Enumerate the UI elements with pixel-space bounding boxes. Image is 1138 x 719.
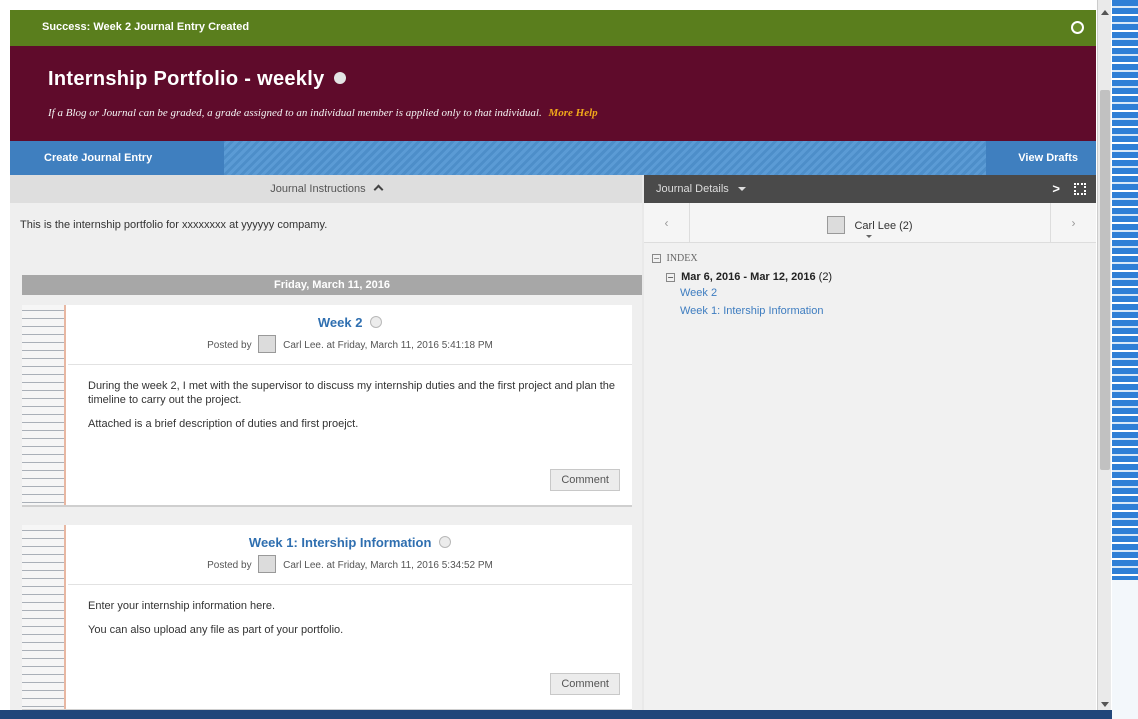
entry-paragraph: Enter your internship information here. bbox=[88, 600, 276, 612]
journal-entry: Week 2 Posted by Carl Lee. at Friday, Ma… bbox=[22, 305, 632, 507]
journal-instructions-toggle[interactable]: Journal Instructions bbox=[10, 175, 642, 203]
entry-title-row: Week 1: Intership Information bbox=[68, 535, 632, 550]
chevron-right-icon[interactable]: > bbox=[1052, 175, 1060, 203]
close-icon[interactable] bbox=[1071, 21, 1084, 34]
entry-title-link[interactable]: Week 1: Intership Information bbox=[249, 535, 432, 550]
success-message: Success: Week 2 Journal Entry Created bbox=[42, 21, 250, 33]
date-header: Friday, March 11, 2016 bbox=[22, 275, 642, 295]
journal-instructions-label: Journal Instructions bbox=[270, 183, 366, 195]
action-bar: Create Journal Entry View Drafts bbox=[10, 141, 1096, 175]
user-navigator: ‹ Carl Lee (2) › bbox=[644, 203, 1096, 243]
journal-details-panel: Journal Details > ‹ Carl Lee (2) › − IND… bbox=[644, 175, 1096, 710]
caret-down-icon bbox=[737, 187, 746, 191]
success-banner: Success: Week 2 Journal Entry Created bbox=[10, 10, 1096, 46]
entry-title-row: Week 2 bbox=[68, 315, 632, 330]
comment-count-icon bbox=[439, 536, 452, 548]
notebook-spiral bbox=[22, 305, 66, 505]
chevron-right-icon[interactable]: › bbox=[1050, 203, 1096, 243]
journal-instructions-text: This is the internship portfolio for xxx… bbox=[20, 219, 328, 231]
user-name: Carl Lee (2) bbox=[854, 220, 913, 232]
avatar-icon bbox=[827, 216, 846, 234]
page-header: Internship Portfolio - weekly If a Blog … bbox=[10, 46, 1096, 141]
entry-timestamp: at Friday, March 11, 2016 5:41:18 PM bbox=[326, 340, 493, 351]
subtitle-text: If a Blog or Journal can be graded, a gr… bbox=[48, 107, 542, 119]
chevron-up-icon bbox=[373, 184, 384, 195]
page-title-row: Internship Portfolio - weekly bbox=[48, 68, 347, 91]
more-help-link[interactable]: More Help bbox=[548, 107, 597, 119]
entry-posted-info: Posted by Carl Lee. at Friday, March 11,… bbox=[68, 335, 632, 353]
comment-button[interactable]: Comment bbox=[550, 469, 620, 491]
entry-header: Week 2 Posted by Carl Lee. at Friday, Ma… bbox=[68, 305, 632, 365]
entry-timestamp: at Friday, March 11, 2016 5:34:52 PM bbox=[326, 560, 493, 571]
page-title: Internship Portfolio - weekly bbox=[48, 68, 325, 90]
entry-author: Carl Lee. bbox=[283, 340, 324, 351]
scroll-down-icon[interactable] bbox=[1101, 702, 1109, 707]
collapse-toggle-icon[interactable]: − bbox=[652, 254, 661, 263]
date-range-label: Mar 6, 2016 - Mar 12, 2016 bbox=[681, 271, 816, 283]
scroll-up-icon[interactable] bbox=[1101, 10, 1109, 15]
date-range-count: (2) bbox=[818, 271, 833, 283]
avatar-icon bbox=[258, 335, 277, 353]
date-range: − Mar 6, 2016 - Mar 12, 2016 (2) bbox=[666, 271, 832, 283]
background-window-edge bbox=[1112, 0, 1138, 719]
entry-body: Enter your internship information here. … bbox=[88, 599, 620, 647]
avatar-icon bbox=[258, 555, 277, 573]
user-selector[interactable]: Carl Lee (2) bbox=[644, 216, 1096, 234]
journal-entry: Week 1: Intership Information Posted by … bbox=[22, 525, 632, 710]
vertical-scrollbar[interactable] bbox=[1097, 0, 1111, 719]
journal-details-menu[interactable]: Journal Details bbox=[656, 183, 746, 195]
index-heading: − INDEX bbox=[652, 253, 698, 264]
entry-body: During the week 2, I met with the superv… bbox=[88, 379, 620, 441]
comment-count-icon bbox=[370, 316, 383, 328]
scrollbar-thumb[interactable] bbox=[1100, 90, 1110, 470]
blackboard-journal-page: Success: Week 2 Journal Entry Created In… bbox=[10, 10, 1096, 710]
entry-paragraph: You can also upload any file as part of … bbox=[88, 624, 344, 636]
caret-down-icon bbox=[866, 235, 872, 238]
index-link-week-1[interactable]: Week 1: Intership Information bbox=[680, 305, 823, 317]
page-subtitle: If a Blog or Journal can be graded, a gr… bbox=[48, 107, 598, 119]
entry-paragraph: Attached is a brief description of dutie… bbox=[88, 418, 359, 430]
collapse-toggle-icon[interactable]: − bbox=[666, 273, 675, 282]
entry-title-link[interactable]: Week 2 bbox=[318, 315, 363, 330]
expand-icon[interactable] bbox=[1074, 183, 1086, 195]
index-link-week-2[interactable]: Week 2 bbox=[680, 287, 717, 299]
entry-posted-info: Posted by Carl Lee. at Friday, March 11,… bbox=[68, 555, 632, 573]
entry-author: Carl Lee. bbox=[283, 560, 324, 571]
journal-details-label: Journal Details bbox=[656, 183, 729, 195]
view-drafts-button[interactable]: View Drafts bbox=[986, 141, 1096, 175]
index-label: INDEX bbox=[666, 253, 698, 264]
comment-button[interactable]: Comment bbox=[550, 673, 620, 695]
taskbar bbox=[0, 710, 1112, 719]
create-journal-entry-button[interactable]: Create Journal Entry bbox=[10, 141, 224, 175]
entry-paragraph: During the week 2, I met with the superv… bbox=[88, 380, 616, 406]
status-dot-icon[interactable] bbox=[334, 72, 347, 84]
posted-by-label: Posted by bbox=[207, 340, 252, 351]
journal-content-panel: Journal Instructions This is the interns… bbox=[10, 175, 642, 710]
edge-fade bbox=[1112, 580, 1138, 719]
entry-header: Week 1: Intership Information Posted by … bbox=[68, 525, 632, 585]
notebook-spiral bbox=[22, 525, 66, 709]
journal-details-header: Journal Details > bbox=[644, 175, 1096, 203]
posted-by-label: Posted by bbox=[207, 560, 252, 571]
